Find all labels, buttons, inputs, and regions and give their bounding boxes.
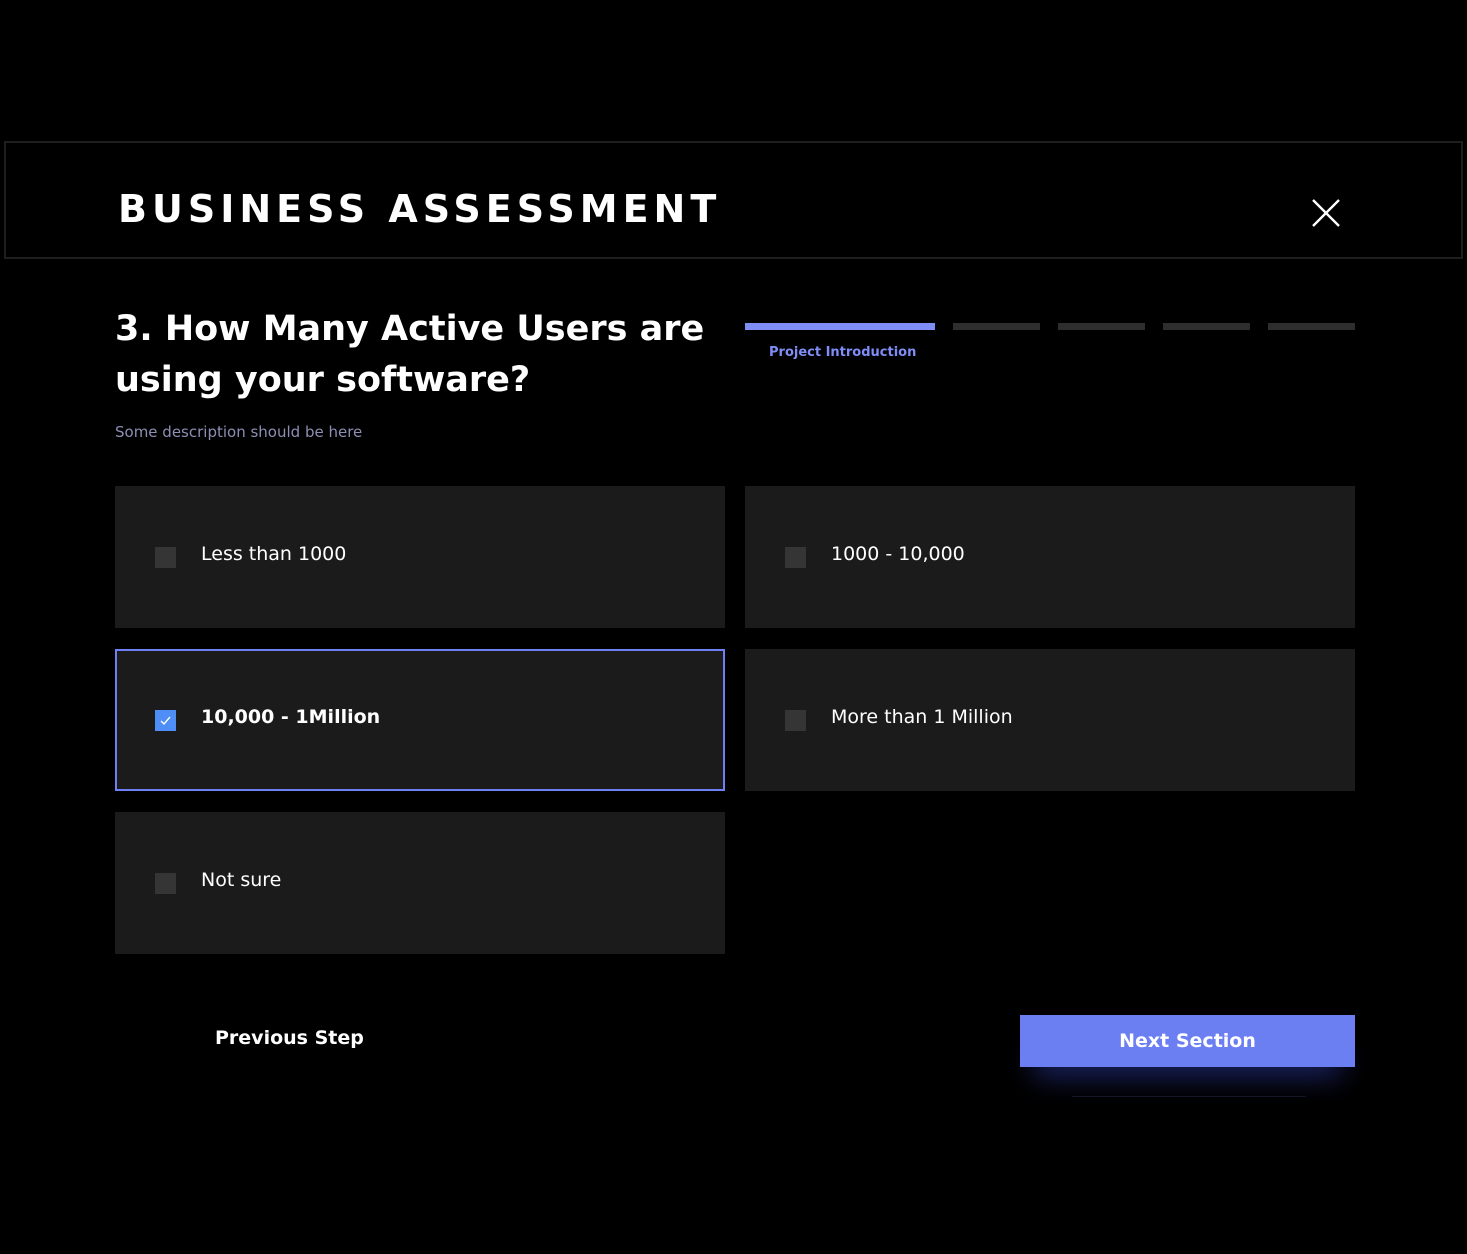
modal-header: BUSINESS ASSESSMENT [4,141,1463,259]
question-description: Some description should be here [115,423,363,441]
option-label: More than 1 Million [831,706,1013,728]
close-button[interactable] [1306,193,1346,233]
checkbox[interactable] [155,547,176,568]
checkbox[interactable] [155,873,176,894]
option-label: 1000 - 10,000 [831,543,965,565]
progress-step-3 [1058,323,1145,330]
option-label: 10,000 - 1Million [201,706,381,728]
option-label: Less than 1000 [201,543,347,565]
assessment-modal: BUSINESS ASSESSMENT 3. How Many Active U… [0,0,1467,1254]
option-label: Not sure [201,869,282,891]
modal-title: BUSINESS ASSESSMENT [118,187,722,231]
checkmark-icon [160,716,171,726]
next-section-label: Next Section [1119,1030,1256,1052]
progress-step-4 [1163,323,1250,330]
next-section-button[interactable]: Next Section [1020,1015,1355,1067]
progress-indicator: Project Introduction [745,323,1355,363]
previous-step-button[interactable]: Previous Step [215,1027,364,1049]
progress-step-1 [745,323,935,330]
checkbox[interactable] [785,547,806,568]
checkbox[interactable] [785,710,806,731]
option-1000-to-10000[interactable]: 1000 - 10,000 [745,486,1355,628]
progress-step-label: Project Introduction [769,345,917,360]
checkbox-checked[interactable] [155,710,176,731]
close-icon [1312,199,1340,227]
option-less-than-1000[interactable]: Less than 1000 [115,486,725,628]
option-not-sure[interactable]: Not sure [115,812,725,954]
question-title: 3. How Many Active Users are using your … [115,309,705,400]
progress-step-5 [1268,323,1355,330]
option-more-than-1-million[interactable]: More than 1 Million [745,649,1355,791]
progress-step-2 [953,323,1040,330]
option-10000-to-1million[interactable]: 10,000 - 1Million [115,649,725,791]
button-shadow-divider [1072,1096,1306,1097]
